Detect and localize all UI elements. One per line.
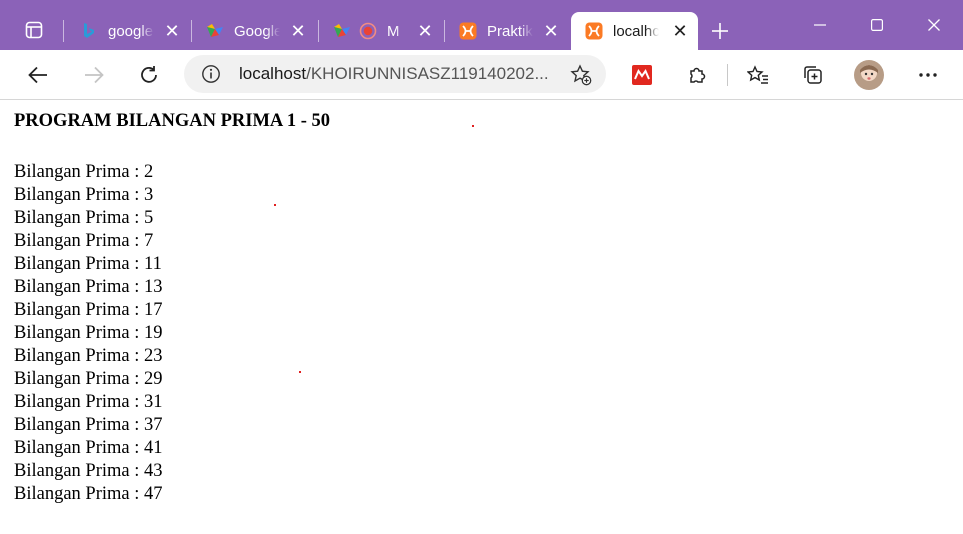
refresh-icon[interactable] [132,58,166,92]
address-url[interactable]: localhost/KHOIRUNNISASZ119140202... [239,64,549,84]
prime-row: Bilangan Prima : 31 [14,391,163,414]
prime-value: 41 [139,438,163,458]
tab-title: google [108,22,154,40]
close-tab-icon[interactable]: ✕ [415,21,435,41]
prime-label: Bilangan Prima : [14,392,140,412]
prime-label: Bilangan Prima : [14,461,140,481]
prime-value: 3 [139,185,154,205]
google-workspace-icon [333,22,351,40]
xampp-icon [459,22,477,40]
prime-label: Bilangan Prima : [14,277,140,297]
prime-value: 11 [139,254,162,274]
prime-label: Bilangan Prima : [14,346,140,366]
prime-label: Bilangan Prima : [14,484,140,504]
prime-label: Bilangan Prima : [14,323,140,343]
close-tab-icon[interactable]: ✕ [288,21,308,41]
page-content: PROGRAM BILANGAN PRIMA 1 - 50 Bilangan P… [0,100,963,534]
extensions-icon[interactable] [680,58,714,92]
prime-row: Bilangan Prima : 17 [14,299,163,322]
toolbar-divider [727,64,728,86]
stray-red-dot [472,125,474,127]
forward-icon[interactable] [77,58,111,92]
prime-row: Bilangan Prima : 37 [14,414,163,437]
prime-row: Bilangan Prima : 23 [14,345,163,368]
browser-toolbar: localhost/KHOIRUNNISASZ119140202... [0,50,963,100]
prime-row: Bilangan Prima : 7 [14,230,163,253]
prime-row: Bilangan Prima : 19 [14,322,163,345]
maximize-button[interactable] [848,0,906,50]
prime-list: Bilangan Prima : 2 Bilangan Prima : 3 Bila… [14,161,163,506]
tab-title: Praktik [487,22,533,40]
close-tab-icon[interactable]: ✕ [670,21,690,41]
profile-avatar[interactable] [852,58,886,92]
recording-icon [359,22,377,40]
prime-label: Bilangan Prima : [14,369,140,389]
stray-red-dot [274,204,276,206]
url-path: /KHOIRUNNISASZ119140202... [306,64,549,83]
prime-value: 23 [139,346,163,366]
tab-actions-icon[interactable] [18,14,50,46]
prime-value: 31 [139,392,163,412]
address-bar[interactable]: localhost/KHOIRUNNISASZ119140202... [184,55,606,93]
prime-row: Bilangan Prima : 3 [14,184,163,207]
tab-title: Google [234,22,280,40]
browser-titlebar: google ✕ Google ✕ M ✕ Praktik ✕ localhc … [0,0,963,50]
close-tab-icon[interactable]: ✕ [541,21,561,41]
collections-icon[interactable] [796,58,830,92]
prime-label: Bilangan Prima : [14,254,140,274]
prime-label: Bilangan Prima : [14,208,140,228]
prime-row: Bilangan Prima : 29 [14,368,163,391]
back-icon[interactable] [21,58,55,92]
prime-value: 47 [139,484,163,504]
prime-value: 13 [139,277,163,297]
prime-row: Bilangan Prima : 47 [14,483,163,506]
more-options-icon[interactable] [911,58,945,92]
tab-4[interactable]: Praktik ✕ [445,12,569,50]
prime-value: 17 [139,300,163,320]
bing-icon [80,22,98,40]
url-host: localhost [239,64,307,83]
google-workspace-icon [206,22,224,40]
close-tab-icon[interactable]: ✕ [162,21,182,41]
stray-red-dot [299,371,301,373]
prime-value: 43 [139,461,163,481]
prime-value: 5 [139,208,154,228]
add-favorite-icon[interactable] [570,64,592,86]
prime-row: Bilangan Prima : 41 [14,437,163,460]
xampp-icon [585,22,603,40]
prime-label: Bilangan Prima : [14,300,140,320]
close-window-button[interactable] [905,0,963,50]
tab-separator [63,20,64,42]
prime-row: Bilangan Prima : 43 [14,460,163,483]
site-info-icon[interactable] [201,64,221,84]
prime-row: Bilangan Prima : 13 [14,276,163,299]
prime-label: Bilangan Prima : [14,415,140,435]
mendeley-extension-icon[interactable] [625,58,659,92]
prime-label: Bilangan Prima : [14,231,140,251]
prime-value: 37 [139,415,163,435]
tab-title: M [387,22,400,40]
prime-label: Bilangan Prima : [14,438,140,458]
prime-row: Bilangan Prima : 5 [14,207,163,230]
favorites-icon[interactable] [741,58,775,92]
prime-label: Bilangan Prima : [14,185,140,205]
page-heading: PROGRAM BILANGAN PRIMA 1 - 50 [14,111,331,131]
prime-value: 2 [139,162,154,182]
tab-5-active[interactable]: localhc ✕ [571,12,698,50]
minimize-button[interactable] [791,0,849,50]
tab-2[interactable]: Google ✕ [192,12,316,50]
prime-value: 29 [139,369,163,389]
prime-row: Bilangan Prima : 2 [14,161,163,184]
new-tab-icon[interactable] [703,14,737,48]
prime-value: 7 [139,231,154,251]
prime-value: 19 [139,323,163,343]
tab-3[interactable]: M ✕ [319,12,443,50]
tab-1[interactable]: google ✕ [66,12,190,50]
tab-title: localhc [613,22,659,40]
prime-label: Bilangan Prima : [14,162,140,182]
prime-row: Bilangan Prima : 11 [14,253,163,276]
